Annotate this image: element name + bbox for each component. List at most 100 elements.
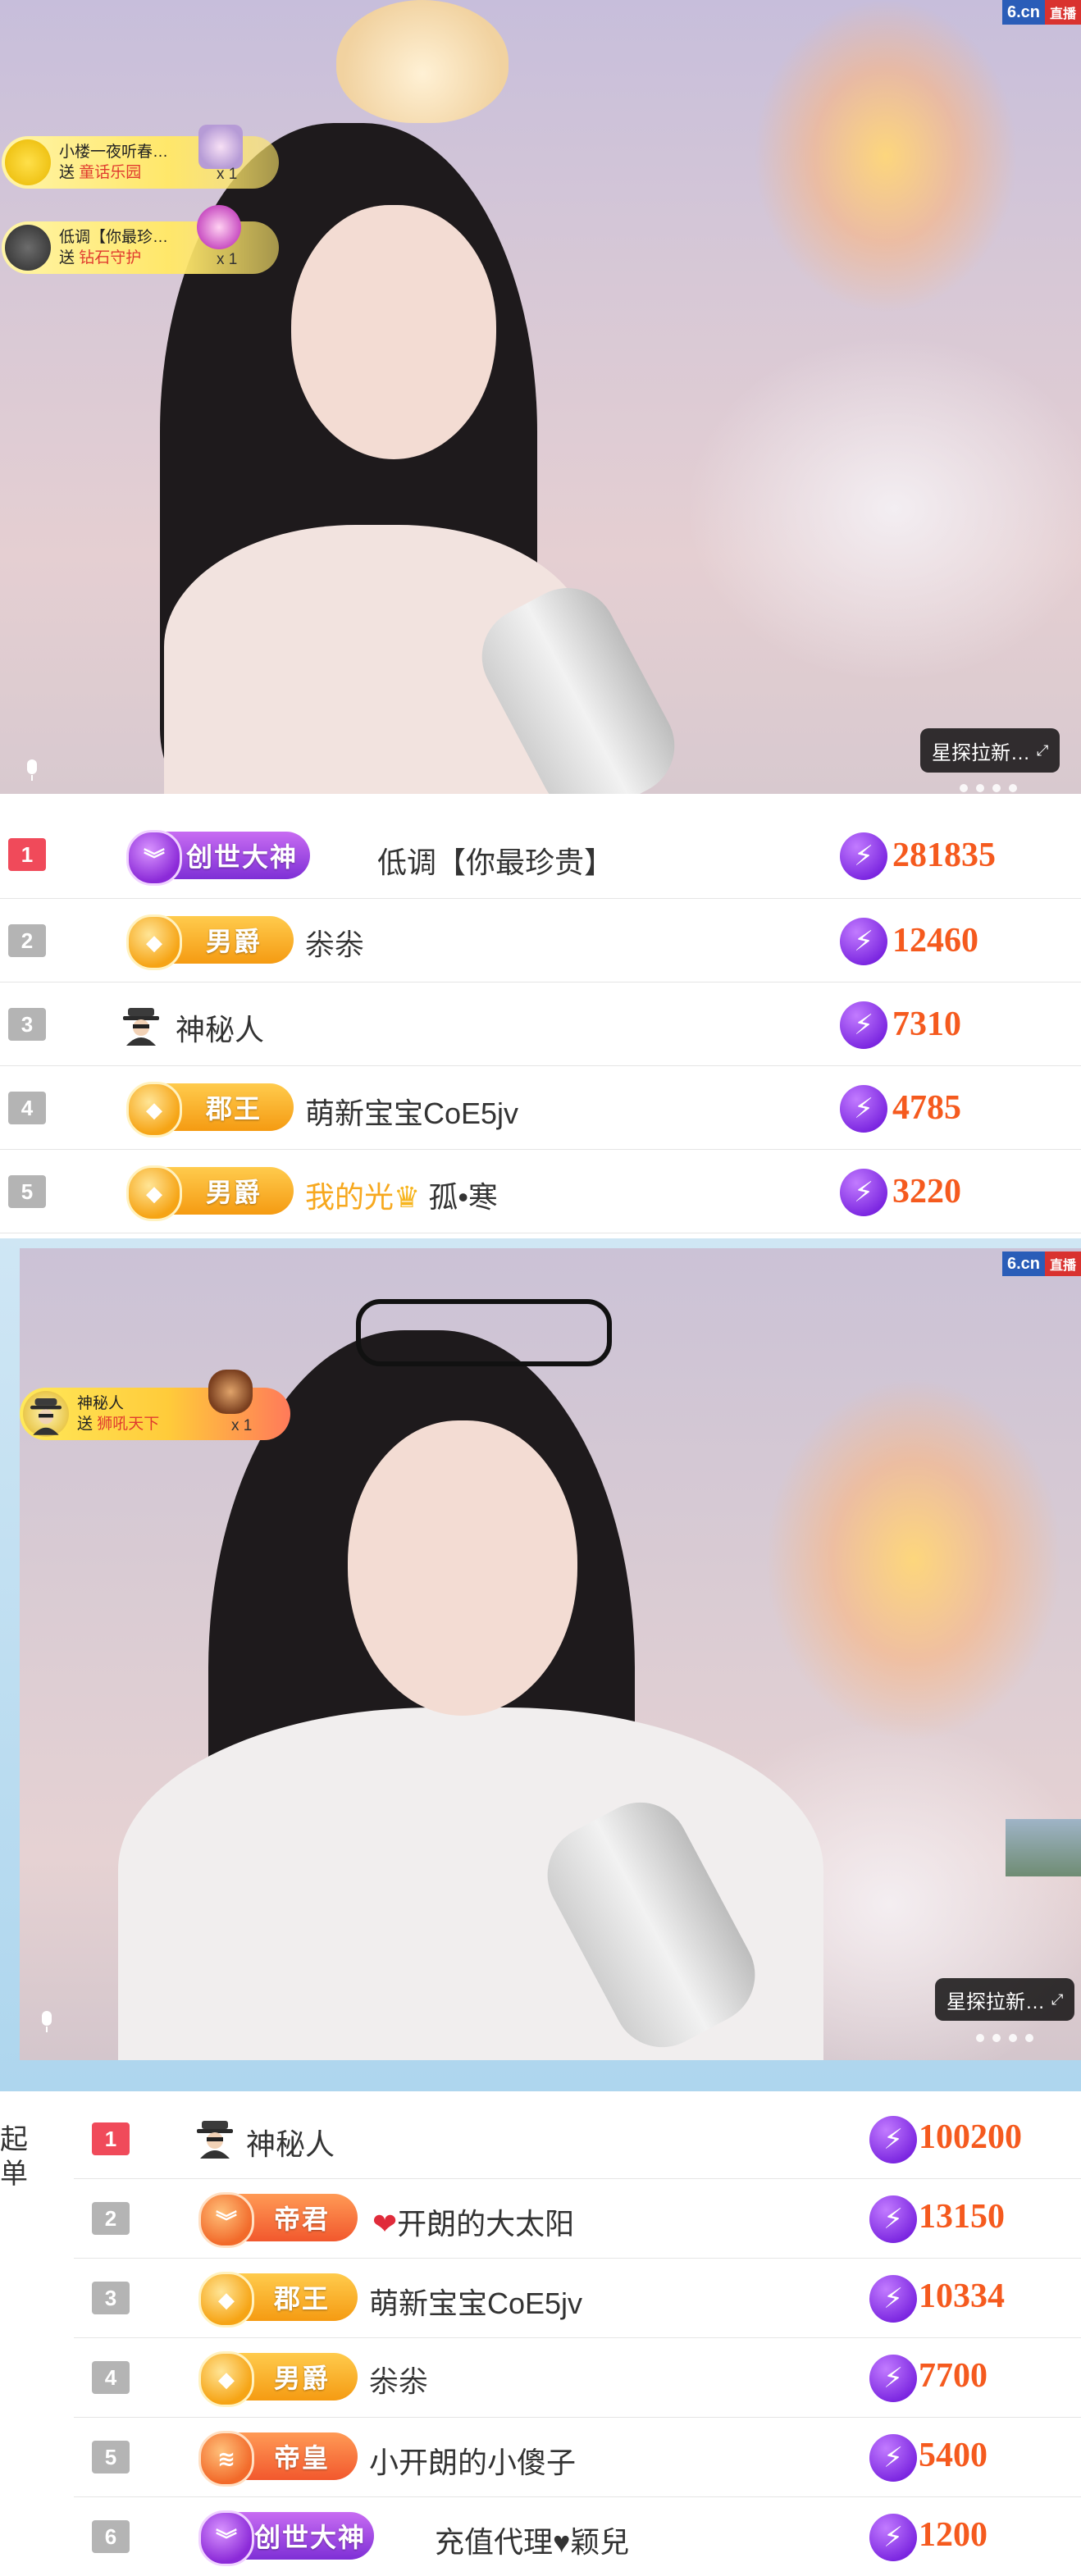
- streamer-face: [291, 205, 496, 459]
- lightning-icon: ⚡: [869, 2116, 917, 2163]
- user-name: 小开朗的小傻子: [369, 2446, 577, 2479]
- badge-label: 郡王: [205, 1094, 262, 1124]
- expand-arrow-icon: ⤢: [1037, 741, 1049, 759]
- lightning-icon: ⚡: [869, 2434, 917, 2482]
- lightning-icon: ⚡: [840, 832, 887, 880]
- badge-label: 创世大神: [185, 842, 298, 872]
- gift-name: 童话乐园: [79, 164, 142, 181]
- badge-label: 帝皇: [273, 2443, 330, 2473]
- rank-number: 1: [8, 838, 46, 871]
- ranking-row[interactable]: 1 神秘人 ⚡ 100200: [74, 2100, 1081, 2179]
- badge-label: 男爵: [273, 2364, 330, 2393]
- wifi-crest-icon: ≋: [198, 2431, 254, 2487]
- gift-toast: 低调【你最珍… 送 钻石守护 x 1: [2, 205, 279, 274]
- user-name: 神秘人: [176, 1013, 265, 1046]
- carousel-gift-icon: [198, 125, 243, 169]
- site-logo: 6.cn 直播: [1001, 1252, 1081, 1276]
- badge-label: 帝君: [273, 2204, 330, 2234]
- logo-text: 6.cn: [1001, 0, 1045, 25]
- rank-number: 5: [8, 1175, 46, 1208]
- lion-roar-gift-icon: [208, 1370, 253, 1414]
- expand-arrow-icon: ⤢: [1051, 1990, 1064, 2008]
- gift-count: x 1: [217, 251, 238, 268]
- lightning-icon: ⚡: [869, 2275, 917, 2323]
- user-name: 孤•寒: [428, 1180, 498, 1214]
- level-badge: ◆ 男爵: [198, 2351, 358, 2407]
- gift-count: x 1: [231, 1417, 253, 1434]
- level-badge: ◆ 郡王: [126, 1082, 294, 1138]
- ranking-row[interactable]: 6 ︾ 创世大神 充值代理♥颖兒 ⚡ 1200: [74, 2497, 1081, 2576]
- live-tag: 直播: [1044, 0, 1081, 25]
- gift-toast: 小楼一夜听春… 送 童话乐园 x 1: [2, 125, 279, 189]
- gift-send-word: 送: [59, 164, 75, 181]
- ranking-row[interactable]: 5 ≋ 帝皇 小开朗的小傻子 ⚡ 5400: [74, 2418, 1081, 2497]
- diamond-guard-icon: [197, 205, 241, 249]
- badge-label: 创世大神: [254, 2523, 367, 2552]
- microphone-icon[interactable]: [39, 2011, 54, 2032]
- user-name: 萌新宝宝CoE5jv: [369, 2286, 583, 2320]
- gift-count: x 1: [217, 166, 238, 183]
- score-value: 281835: [892, 837, 996, 874]
- carousel-dots[interactable]: [976, 2034, 1033, 2042]
- chevron-down-icon: ︾: [198, 2192, 254, 2248]
- gift-sender: 低调【你最珍…: [59, 229, 169, 246]
- explore-button[interactable]: 星探拉新… ⤢: [920, 728, 1060, 773]
- lightning-icon: ⚡: [869, 2195, 917, 2243]
- level-badge: ︾ 创世大神: [198, 2510, 374, 2566]
- crown-icon: ♛: [394, 1180, 421, 1214]
- explore-button[interactable]: 星探拉新… ⤢: [935, 1978, 1075, 2021]
- lightning-icon: ⚡: [840, 918, 887, 965]
- gift-name: 钻石守护: [79, 249, 142, 267]
- ranking-row[interactable]: 5 ◆ 男爵 我的光♛ 孤•寒 ⚡ 3220: [0, 1151, 1081, 1233]
- heart-icon: ❤: [372, 2207, 398, 2241]
- bear-headband-icon: [336, 0, 509, 123]
- lightning-icon: ⚡: [869, 2514, 917, 2561]
- ranking-row[interactable]: 3 ◆ 郡王 萌新宝宝CoE5jv ⚡ 10334: [74, 2259, 1081, 2338]
- incognito-user-icon: [197, 2118, 233, 2159]
- level-badge: ◆ 男爵: [126, 914, 294, 970]
- rank-number: 6: [92, 2520, 130, 2553]
- rank-number: 1: [92, 2122, 130, 2155]
- level-badge: ≋ 帝皇: [198, 2431, 358, 2487]
- diamond-icon: ◆: [198, 2351, 254, 2407]
- badge-label: 男爵: [205, 927, 262, 956]
- user-name: 神秘人: [246, 2127, 335, 2161]
- streamer-face: [348, 1420, 577, 1716]
- gift-sender: 小楼一夜听春…: [59, 144, 169, 161]
- diamond-icon: ◆: [126, 914, 182, 970]
- side-label: 起单: [0, 2124, 28, 2190]
- lightning-icon: ⚡: [869, 2355, 917, 2402]
- chevron-down-icon: ︾: [198, 2510, 254, 2566]
- ranking-row[interactable]: 4 ◆ 郡王 萌新宝宝CoE5jv ⚡ 4785: [0, 1067, 1081, 1150]
- microphone-icon[interactable]: [25, 759, 39, 781]
- rank-number: 3: [92, 2282, 130, 2314]
- ranking-row[interactable]: 3 神秘人 ⚡ 7310: [0, 983, 1081, 1066]
- rank-number: 2: [92, 2202, 130, 2235]
- avatar: [23, 1391, 69, 1437]
- ranking-row[interactable]: 4 ◆ 男爵 尜尜 ⚡ 7700: [74, 2338, 1081, 2418]
- live-tag: 直播: [1044, 1252, 1081, 1276]
- user-name: 充值代理♥颖兒: [435, 2525, 630, 2559]
- diamond-icon: ◆: [198, 2272, 254, 2328]
- thumbnail-preview[interactable]: [1006, 1819, 1081, 1876]
- rank-number: 4: [92, 2361, 130, 2394]
- score-value: 5400: [919, 2437, 987, 2474]
- level-badge: ◆ 男爵: [126, 1165, 294, 1221]
- score-value: 7700: [919, 2357, 987, 2395]
- explore-label: 星探拉新…: [932, 741, 1030, 764]
- live-stream-video-bottom[interactable]: 6.cn 直播 神秘人 送 狮吼天下 x 1 星探拉新… ⤢: [20, 1248, 1081, 2060]
- rank-number: 3: [8, 1008, 46, 1041]
- score-value: 100200: [919, 2118, 1022, 2156]
- user-title: 我的光: [305, 1180, 395, 1214]
- gift-sender: 神秘人: [77, 1395, 125, 1412]
- level-badge: ︾ 帝君: [198, 2192, 358, 2248]
- ranking-row[interactable]: 2 ︾ 帝君 ❤开朗的大太阳 ⚡ 13150: [74, 2179, 1081, 2259]
- user-name: 尜尜: [369, 2364, 429, 2398]
- score-value: 13150: [919, 2198, 1005, 2236]
- carousel-dots[interactable]: [960, 784, 1017, 792]
- rank-number: 4: [8, 1092, 46, 1124]
- ranking-row[interactable]: 1 ︾ 创世大神 低调【你最珍贵】 ⚡ 281835: [0, 816, 1081, 899]
- live-stream-video-top[interactable]: 6.cn 直播 小楼一夜听春… 送 童话乐园 x 1 低调【你最珍… 送 钻石守…: [0, 0, 1081, 794]
- ranking-row[interactable]: 2 ◆ 男爵 尜尜 ⚡ 12460: [0, 900, 1081, 983]
- rank-number: 2: [8, 924, 46, 957]
